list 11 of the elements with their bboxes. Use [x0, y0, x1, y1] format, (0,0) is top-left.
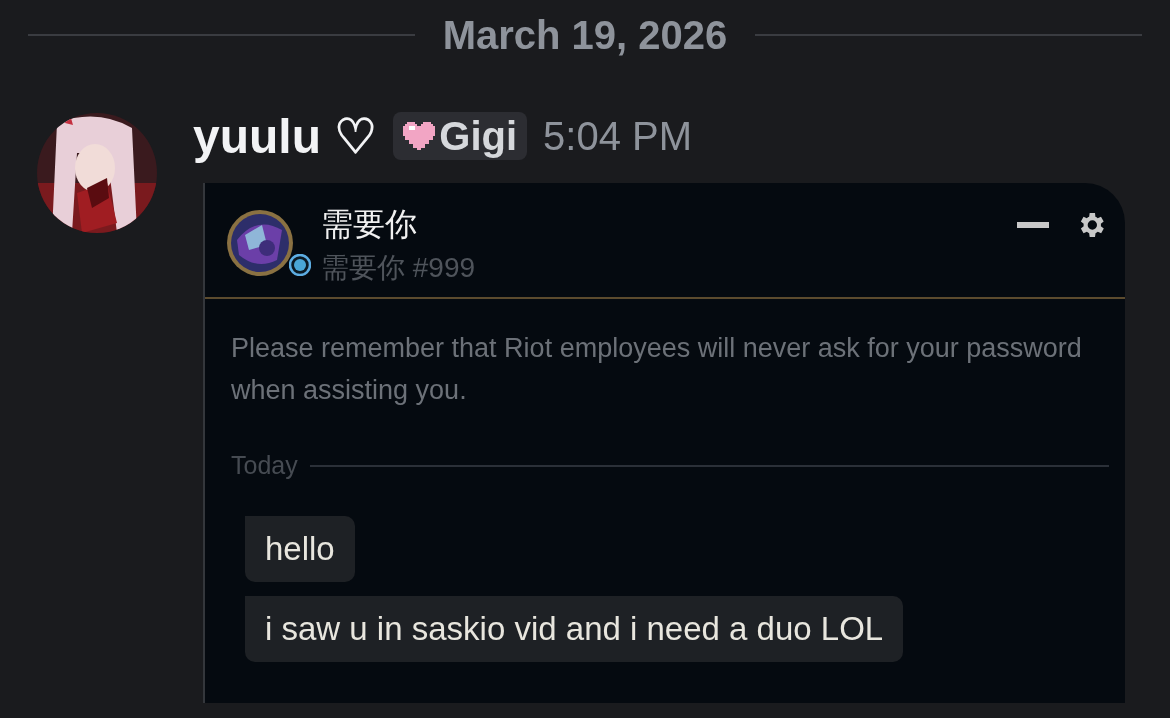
guild-tag[interactable]: Gigi — [393, 112, 528, 160]
chat-bubble: i saw u in saskio vid and i need a duo LOL — [245, 596, 904, 662]
heart-icon — [403, 122, 436, 150]
chat-bubble: hello — [245, 516, 355, 582]
day-divider-label: Today — [231, 451, 298, 480]
contact-name: 需要你 — [321, 205, 418, 244]
username[interactable]: yuulu ♡ — [193, 108, 378, 164]
security-notice: Please remember that Riot employees will never ask for your password when assisting you. — [230, 332, 1083, 407]
timestamp: 5:04 PM — [543, 113, 693, 159]
date-divider-label: March 19, 2026 — [442, 12, 728, 58]
riot-id: 需要你 #999 — [321, 251, 477, 285]
